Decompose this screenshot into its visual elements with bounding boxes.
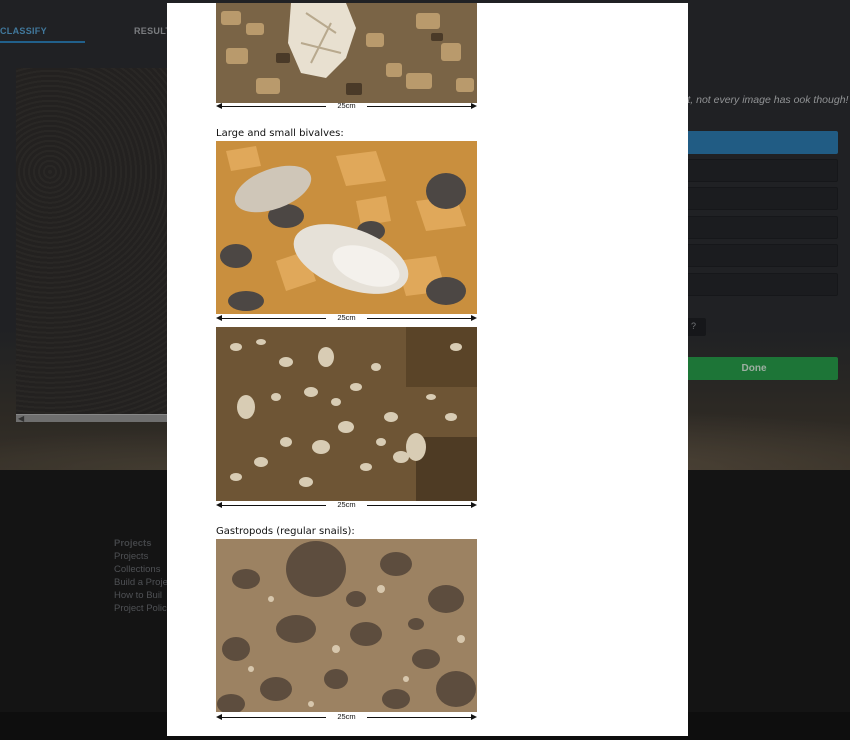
field-guide-modal: 25cm Large and small bivalves: 25cm 25cm… (167, 3, 688, 736)
scale-label: 25cm (337, 500, 356, 509)
scale-bar-1: 25cm (216, 101, 477, 111)
scale-label: 25cm (337, 712, 356, 721)
scale-bar-2: 25cm (216, 313, 477, 323)
caption-bivalves: Large and small bivalves: (216, 128, 344, 139)
caption-gastropods: Gastropods (regular snails): (216, 526, 355, 537)
scale-label: 25cm (337, 313, 356, 322)
gastropods-photo (216, 539, 477, 712)
bivalves-photo-1 (216, 141, 477, 314)
scale-bar-4: 25cm (216, 712, 477, 722)
bivalves-photo-2 (216, 327, 477, 501)
scale-bar-3: 25cm (216, 500, 477, 510)
fossil-photo-top (216, 3, 477, 103)
scale-label: 25cm (337, 101, 356, 110)
